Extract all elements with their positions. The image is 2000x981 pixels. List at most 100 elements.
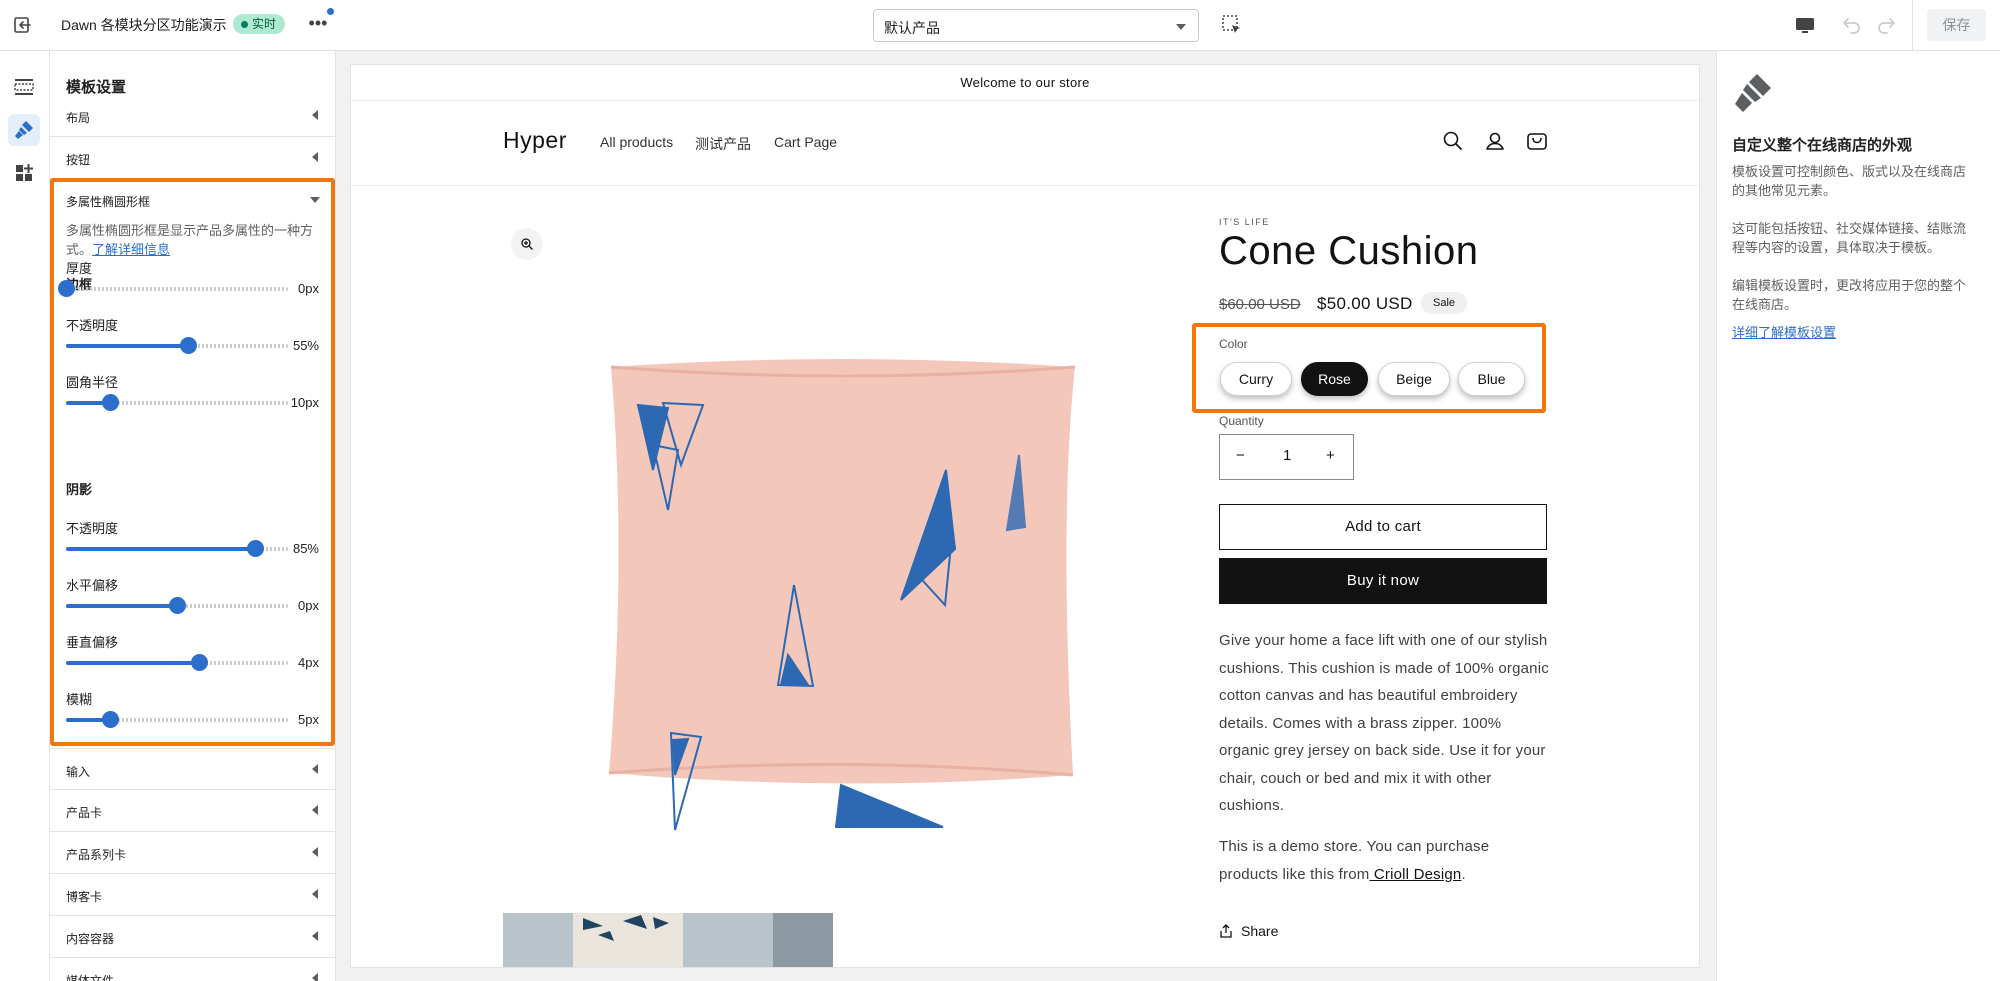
quantity-label: Quantity xyxy=(1219,414,1264,428)
redo-icon[interactable] xyxy=(1874,13,1898,37)
collapse-icon xyxy=(312,110,318,120)
apps-icon[interactable] xyxy=(8,157,40,189)
slider-fill xyxy=(66,604,177,608)
decrease-button[interactable]: − xyxy=(1236,447,1245,464)
compare-price: $60.00 USD xyxy=(1219,296,1301,313)
slider-fill xyxy=(66,661,200,665)
slider-fill xyxy=(66,344,189,348)
cart-icon[interactable] xyxy=(1524,128,1550,154)
search-icon[interactable] xyxy=(1440,128,1466,154)
desktop-view-icon[interactable] xyxy=(1793,13,1817,37)
color-pill-blue[interactable]: Blue xyxy=(1458,362,1525,396)
slider-blur[interactable] xyxy=(66,711,288,728)
section-inputs[interactable]: 输入 xyxy=(50,748,335,790)
store-logo[interactable]: Hyper xyxy=(503,127,567,154)
slider-thumb[interactable] xyxy=(169,597,186,614)
product-image[interactable] xyxy=(503,215,1183,905)
learn-theme-settings-link[interactable]: 详细了解模板设置 xyxy=(1732,322,1836,341)
slider-thumb[interactable] xyxy=(246,540,264,557)
slider-value: 4px xyxy=(298,655,319,670)
section-variant-pills[interactable]: 多属性椭圆形框 xyxy=(50,179,335,215)
slider-value: 10px xyxy=(290,395,319,410)
theme-settings-panel: 模板设置 布局 按钮 多属性椭圆形框 多属性椭圆形框是显示产品多属性的一种方式。… xyxy=(50,51,336,981)
section-buttons[interactable]: 按钮 xyxy=(50,137,335,179)
section-content-container[interactable]: 内容容器 xyxy=(50,916,335,958)
slider-thumb[interactable] xyxy=(102,711,120,728)
divider xyxy=(1912,0,1913,51)
color-pill-curry[interactable]: Curry xyxy=(1220,362,1292,396)
slider-thumb[interactable] xyxy=(102,394,120,411)
slider-opacity[interactable] xyxy=(66,337,288,354)
collapse-icon xyxy=(312,764,318,774)
template-select[interactable]: 默认产品 xyxy=(873,9,1199,42)
product-thumbnail[interactable] xyxy=(503,913,833,967)
add-to-cart-button[interactable]: Add to cart xyxy=(1219,504,1547,550)
slider-value: 0px xyxy=(298,281,319,296)
section-product-card[interactable]: 产品卡 xyxy=(50,790,335,832)
sale-price: $50.00 USD xyxy=(1317,294,1413,313)
save-button[interactable]: 保存 xyxy=(1927,9,1986,41)
section-media[interactable]: 媒体文件 xyxy=(50,958,335,981)
slider-thickness[interactable] xyxy=(58,280,288,297)
learn-more-link[interactable]: 了解详细信息 xyxy=(92,242,170,257)
section-blog-card[interactable]: 博客卡 xyxy=(50,874,335,916)
slider-corner-radius[interactable] xyxy=(66,394,288,411)
slider-label-corner-radius: 圆角半径 xyxy=(66,375,119,390)
slider-value: 5px xyxy=(298,712,319,727)
slider-label-blur: 模糊 xyxy=(66,692,93,707)
top-bar: Dawn 各模块分区功能演示 实时 ••• 默认产品 保存 xyxy=(0,0,2000,51)
collapse-icon xyxy=(312,973,318,981)
info-title: 自定义整个在线商店的外观 xyxy=(1732,137,1913,154)
shadow-group-title: 阴影 xyxy=(66,482,93,497)
slider-horizontal-offset[interactable] xyxy=(66,597,288,614)
slider-label-horizontal-offset: 水平偏移 xyxy=(66,578,119,593)
slider-vertical-offset[interactable] xyxy=(66,654,288,671)
info-paragraph: 编辑模板设置时，更改将应用于您的整个在线商店。 xyxy=(1732,278,1967,312)
nav-link[interactable]: 测试产品 xyxy=(695,134,751,154)
announcement-bar: Welcome to our store xyxy=(351,65,1699,101)
buy-now-button[interactable]: Buy it now xyxy=(1219,558,1547,604)
slider-label-shadow-opacity: 不透明度 xyxy=(66,521,119,536)
slider-thumb[interactable] xyxy=(58,280,75,297)
quantity-input[interactable]: 1 xyxy=(1283,447,1291,464)
inspector-icon[interactable] xyxy=(1220,13,1244,37)
exit-icon[interactable] xyxy=(10,12,36,38)
color-pill-rose[interactable]: Rose xyxy=(1301,362,1368,396)
share-button[interactable]: Share xyxy=(1219,923,1278,939)
share-icon xyxy=(1220,924,1232,938)
more-actions-icon[interactable]: ••• xyxy=(306,14,330,36)
chevron-down-icon xyxy=(1176,24,1186,30)
slider-value: 85% xyxy=(292,541,319,556)
store-preview: Welcome to our store Hyper All products … xyxy=(351,65,1699,967)
slider-thumb[interactable] xyxy=(180,337,198,354)
theme-settings-icon[interactable] xyxy=(8,114,40,146)
increase-button[interactable]: + xyxy=(1326,447,1335,464)
slider-shadow-opacity[interactable] xyxy=(66,540,288,557)
live-status-badge: 实时 xyxy=(233,14,286,34)
paint-brush-icon xyxy=(1731,72,1775,116)
notification-dot xyxy=(327,8,334,15)
collapse-icon xyxy=(312,847,318,857)
collapse-icon xyxy=(312,152,318,162)
section-description: 多属性椭圆形框是显示产品多属性的一种方式。了解详细信息 xyxy=(66,223,314,257)
theme-title: Dawn 各模块分区功能演示 xyxy=(61,17,227,33)
undo-icon[interactable] xyxy=(1840,13,1864,37)
crioll-design-link[interactable]: Crioll Design xyxy=(1369,866,1461,883)
left-icon-rail xyxy=(0,51,50,981)
slider-fill xyxy=(66,547,255,551)
section-collection-card[interactable]: 产品系列卡 xyxy=(50,832,335,874)
account-icon[interactable] xyxy=(1482,128,1508,154)
collapse-icon xyxy=(312,805,318,815)
slider-label-thickness: 厚度 xyxy=(66,261,93,276)
info-panel: 自定义整个在线商店的外观 模板设置可控制颜色、版式以及在线商店的其他常见元素。 … xyxy=(1716,51,2000,981)
slider-thumb[interactable] xyxy=(191,654,209,671)
collapse-icon xyxy=(312,889,318,899)
demo-store-note: This is a demo store. You can purchase p… xyxy=(1219,838,1490,883)
sections-icon[interactable] xyxy=(8,71,40,103)
nav-link[interactable]: Cart Page xyxy=(774,134,837,150)
color-pill-beige[interactable]: Beige xyxy=(1378,362,1450,396)
nav-link[interactable]: All products xyxy=(600,134,673,150)
section-layout[interactable]: 布局 xyxy=(50,95,335,137)
zoom-icon[interactable] xyxy=(511,228,543,260)
color-label: Color xyxy=(1219,337,1248,351)
